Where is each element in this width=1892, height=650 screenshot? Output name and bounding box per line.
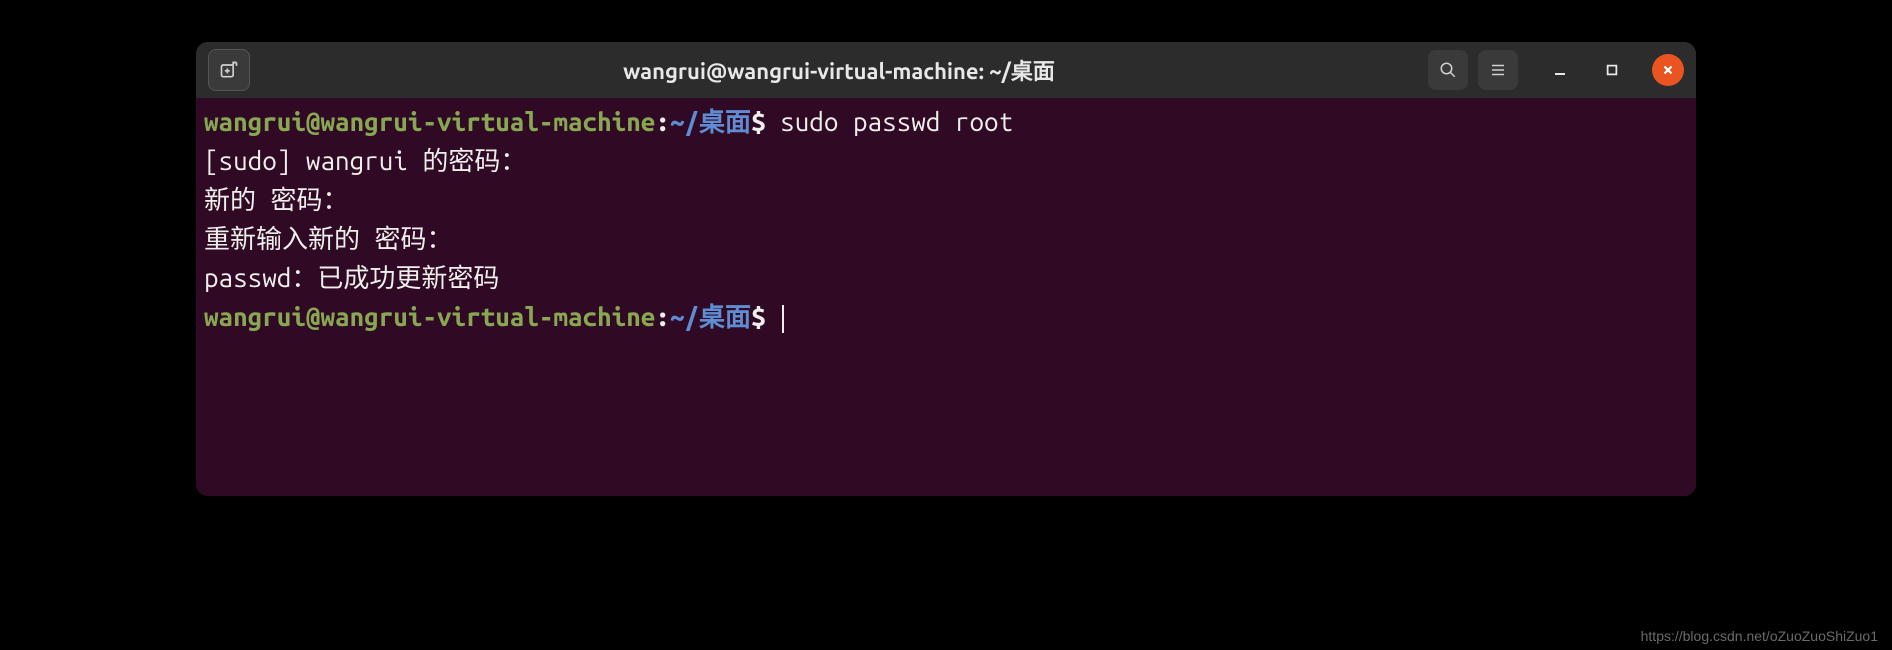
window-controls [1548, 54, 1684, 86]
terminal-line-2: wangrui@wangrui-virtual-machine:~/桌面$ [204, 297, 1688, 336]
search-icon [1439, 61, 1457, 79]
prompt-colon: : [655, 107, 670, 136]
minimize-button[interactable] [1548, 58, 1572, 82]
prompt-symbol: $ [751, 107, 766, 136]
new-tab-icon [219, 60, 239, 80]
watermark: https://blog.csdn.net/oZuoZuoShiZuo1 [1641, 628, 1878, 644]
close-icon [1661, 63, 1675, 77]
new-tab-button[interactable] [208, 49, 250, 91]
menu-button[interactable] [1478, 50, 1518, 90]
command-text: sudo passwd root [766, 107, 1014, 136]
search-button[interactable] [1428, 50, 1468, 90]
terminal-output-2: 新的 密码： [204, 180, 1688, 219]
terminal-output-1: [sudo] wangrui 的密码： [204, 141, 1688, 180]
cursor [782, 305, 784, 333]
window-title: wangrui@wangrui-virtual-machine: ~/桌面 [258, 54, 1420, 86]
prompt-user-host: wangrui@wangrui-virtual-machine [204, 302, 655, 331]
terminal-output-3: 重新输入新的 密码： [204, 219, 1688, 258]
terminal-line-1: wangrui@wangrui-virtual-machine:~/桌面$ su… [204, 102, 1688, 141]
hamburger-icon [1489, 61, 1507, 79]
prompt-symbol: $ [751, 302, 766, 331]
titlebar-right [1428, 50, 1684, 90]
terminal-output-4: passwd：已成功更新密码 [204, 258, 1688, 297]
maximize-icon [1605, 63, 1619, 77]
titlebar: wangrui@wangrui-virtual-machine: ~/桌面 [196, 42, 1696, 98]
maximize-button[interactable] [1600, 58, 1624, 82]
close-button[interactable] [1652, 54, 1684, 86]
terminal-body[interactable]: wangrui@wangrui-virtual-machine:~/桌面$ su… [196, 98, 1696, 496]
prompt-user-host: wangrui@wangrui-virtual-machine [204, 107, 655, 136]
terminal-window: wangrui@wangrui-virtual-machine: ~/桌面 [196, 42, 1696, 496]
command-text-2 [766, 302, 781, 331]
minimize-icon [1552, 62, 1568, 78]
prompt-colon: : [655, 302, 670, 331]
prompt-path: ~/桌面 [670, 302, 751, 331]
prompt-path: ~/桌面 [670, 107, 751, 136]
